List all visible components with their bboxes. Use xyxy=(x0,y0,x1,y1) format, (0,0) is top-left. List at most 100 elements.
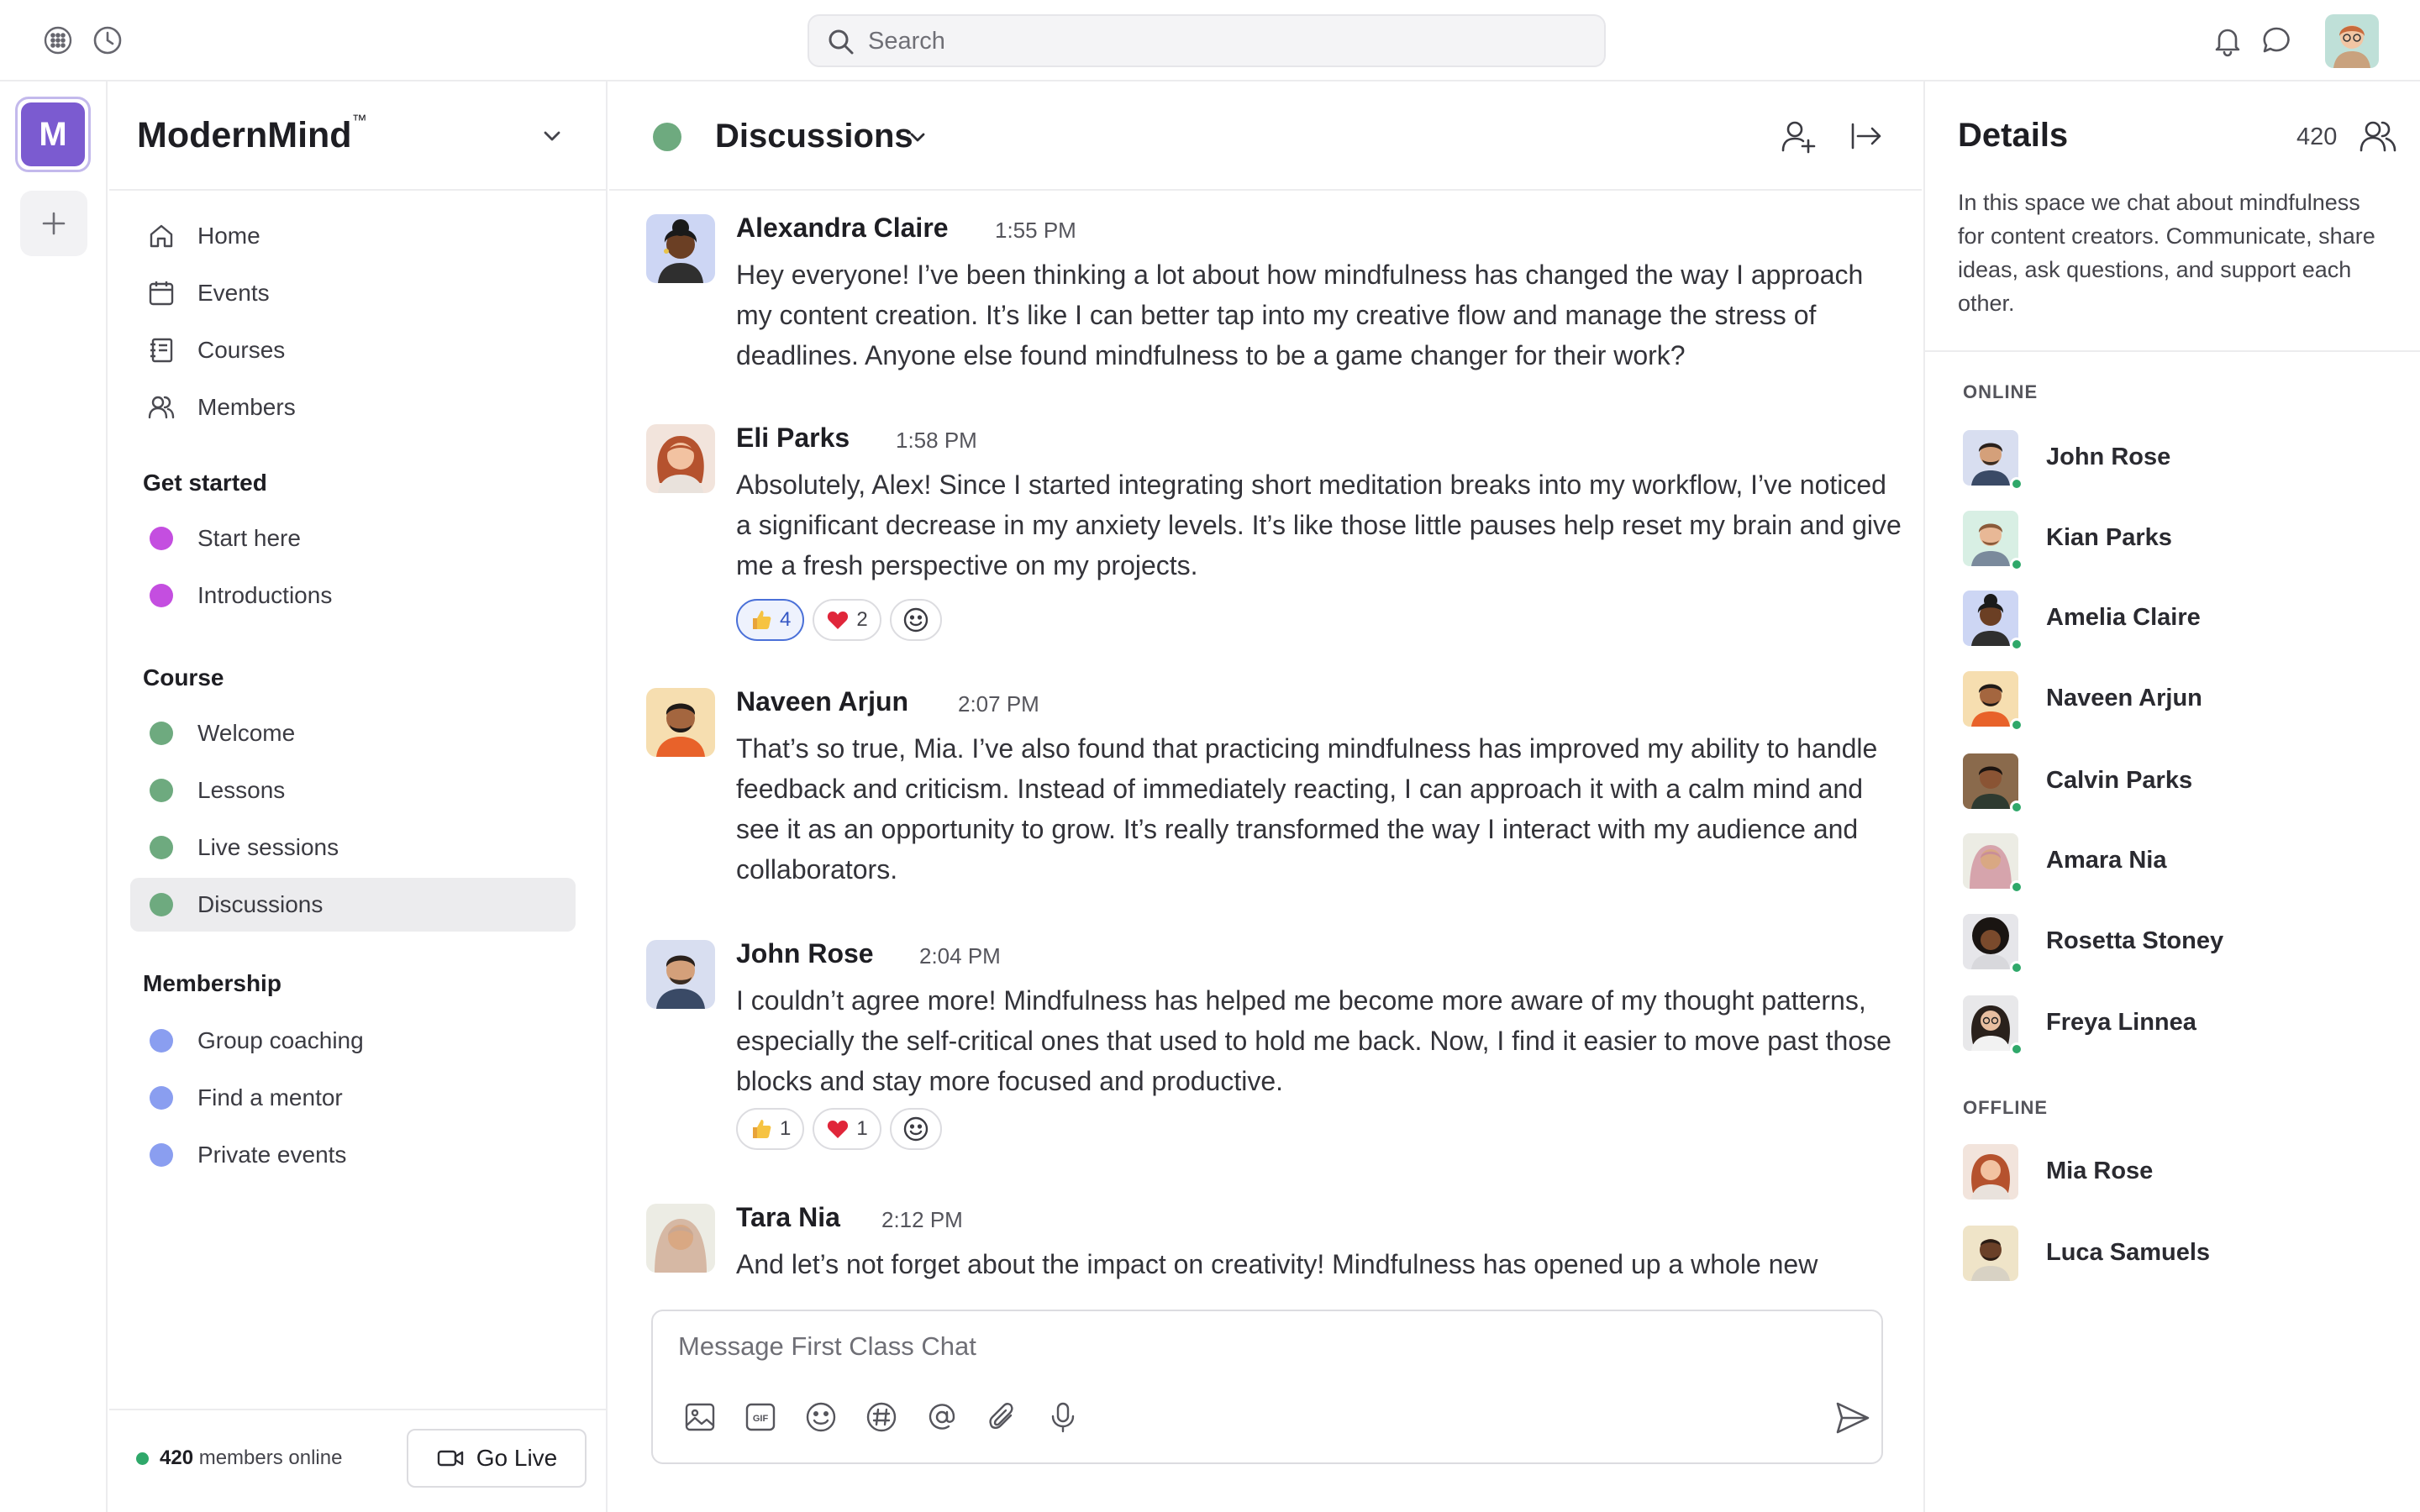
member-list-item[interactable]: Luca Samuels xyxy=(1963,1226,2383,1283)
sidebar-item-members[interactable]: Members xyxy=(130,381,576,434)
message-input[interactable] xyxy=(678,1331,1770,1370)
online-status-dot xyxy=(2010,477,2023,491)
member-name: Amara Nia xyxy=(2046,847,2167,874)
sidebar-item-introductions[interactable]: Introductions xyxy=(130,569,576,622)
user-avatar[interactable] xyxy=(2325,14,2379,68)
member-list-item[interactable]: Amelia Claire xyxy=(1963,591,2383,651)
sidebar-item-live-sessions[interactable]: Live sessions xyxy=(130,821,576,874)
sidebar-item-home[interactable]: Home xyxy=(130,209,576,263)
add-reaction-button[interactable] xyxy=(889,1108,942,1150)
member-name: Luca Samuels xyxy=(2046,1239,2211,1266)
message-author[interactable]: John Rose xyxy=(736,938,874,969)
space-name[interactable]: ModernMind™ xyxy=(137,112,367,156)
message-text: Hey everyone! I’ve been thinking a lot a… xyxy=(736,260,1864,370)
reaction-thumbs-up[interactable]: 1 xyxy=(736,1108,805,1150)
avatar[interactable] xyxy=(646,214,715,283)
heart-icon xyxy=(826,608,850,632)
space-header[interactable]: ModernMind™ xyxy=(109,81,608,191)
channel-dot xyxy=(150,1143,173,1167)
member-list-item[interactable]: Mia Rose xyxy=(1963,1144,2383,1201)
avatar[interactable] xyxy=(646,940,715,1009)
search-bar[interactable] xyxy=(808,14,1606,67)
reaction-heart[interactable]: 1 xyxy=(813,1108,881,1150)
message-composer: GIF xyxy=(651,1310,1883,1464)
sidebar-item-group-coaching[interactable]: Group coaching xyxy=(130,1014,576,1068)
member-count[interactable]: 420 xyxy=(2296,123,2337,151)
avatar xyxy=(1963,753,2018,809)
message-author[interactable]: Tara Nia xyxy=(736,1202,840,1233)
image-icon[interactable] xyxy=(683,1400,717,1434)
apps-grid-icon[interactable] xyxy=(42,24,74,56)
emoji-icon[interactable] xyxy=(804,1400,838,1434)
reactions-bar: 1 1 xyxy=(736,1108,942,1150)
chevron-down-icon[interactable] xyxy=(539,123,565,149)
plus-icon xyxy=(42,212,66,235)
message-author[interactable]: Alexandra Claire xyxy=(736,213,949,244)
gif-icon[interactable]: GIF xyxy=(744,1400,777,1434)
heart-icon xyxy=(826,1117,850,1141)
avatar[interactable] xyxy=(646,424,715,493)
message-text: Absolutely, Alex! Since I started integr… xyxy=(736,470,1902,580)
online-section-label: ONLINE xyxy=(1963,381,2039,402)
go-live-button[interactable]: Go Live xyxy=(407,1429,587,1488)
chat-bubble-icon[interactable] xyxy=(2260,24,2293,57)
avatar[interactable] xyxy=(646,688,715,757)
online-status-dot xyxy=(2010,880,2023,894)
member-list-item[interactable]: Freya Linnea xyxy=(1963,995,2383,1056)
member-list-item[interactable]: Naveen Arjun xyxy=(1963,671,2383,732)
send-icon[interactable] xyxy=(1833,1399,1872,1437)
sidebar-item-lessons[interactable]: Lessons xyxy=(130,764,576,817)
sidebar-item-label: Welcome xyxy=(197,720,296,746)
member-list-item[interactable]: John Rose xyxy=(1963,430,2383,491)
sidebar-item-welcome[interactable]: Welcome xyxy=(130,706,576,760)
sidebar-item-start-here[interactable]: Start here xyxy=(130,512,576,565)
member-list-item[interactable]: Kian Parks xyxy=(1963,511,2383,571)
sidebar-item-private-events[interactable]: Private events xyxy=(130,1128,576,1182)
reaction-heart[interactable]: 2 xyxy=(813,599,881,641)
reaction-thumbs-up[interactable]: 4 xyxy=(736,599,805,641)
video-camera-icon xyxy=(436,1444,465,1473)
members-icon xyxy=(147,393,176,422)
sidebar-item-find-a-mentor[interactable]: Find a mentor xyxy=(130,1071,576,1125)
message-author[interactable]: Eli Parks xyxy=(736,423,850,454)
sidebar-item-label: Discussions xyxy=(197,891,324,917)
sidebar-item-label: Events xyxy=(197,280,270,306)
chat-main: Discussions Alexandra Claire 1:55 PM Hey… xyxy=(609,81,1922,1512)
top-bar xyxy=(0,0,2420,81)
add-reaction-button[interactable] xyxy=(889,599,942,641)
notifications-bell-icon[interactable] xyxy=(2211,24,2244,57)
microphone-icon[interactable] xyxy=(1046,1400,1080,1434)
channel-header: Discussions xyxy=(609,81,1922,191)
hashtag-icon[interactable] xyxy=(865,1400,898,1434)
space-switcher-selected[interactable]: M xyxy=(15,97,91,172)
channel-title[interactable]: Discussions xyxy=(715,118,913,155)
message-list[interactable]: Alexandra Claire 1:55 PM Hey everyone! I… xyxy=(609,192,1922,1295)
member-name: Calvin Parks xyxy=(2046,767,2193,794)
channel-dot xyxy=(150,893,173,916)
message-text: I couldn’t agree more! Mindfulness has h… xyxy=(736,985,1891,1096)
sidebar-item-courses[interactable]: Courses xyxy=(130,323,576,377)
sidebar-item-events[interactable]: Events xyxy=(130,266,576,320)
mention-icon[interactable] xyxy=(925,1400,959,1434)
member-list-item[interactable]: Calvin Parks xyxy=(1963,753,2383,814)
add-member-icon[interactable] xyxy=(1779,117,1818,155)
reactions-bar: 4 2 xyxy=(736,599,942,641)
chevron-down-icon[interactable] xyxy=(905,125,930,150)
avatar xyxy=(1963,1144,2018,1200)
search-input[interactable] xyxy=(868,24,1582,58)
history-clock-icon[interactable] xyxy=(92,24,124,56)
member-list-item[interactable]: Rosetta Stoney xyxy=(1963,914,2383,974)
avatar[interactable] xyxy=(646,1204,715,1273)
sidebar-item-label: Lessons xyxy=(197,777,286,803)
add-space-button[interactable] xyxy=(20,191,87,256)
sidebar-item-discussions[interactable]: Discussions xyxy=(130,878,576,932)
space-tile-modernmind[interactable]: M xyxy=(21,102,85,166)
members-online-text: 420 members online xyxy=(160,1446,343,1469)
collapse-panel-icon[interactable] xyxy=(1846,117,1885,155)
message-author[interactable]: Naveen Arjun xyxy=(736,686,908,717)
member-list-item[interactable]: Amara Nia xyxy=(1963,833,2383,894)
home-icon xyxy=(147,222,176,250)
online-status-dot xyxy=(2010,1042,2023,1056)
members-icon[interactable] xyxy=(2359,117,2397,155)
attach-icon[interactable] xyxy=(986,1400,1019,1434)
